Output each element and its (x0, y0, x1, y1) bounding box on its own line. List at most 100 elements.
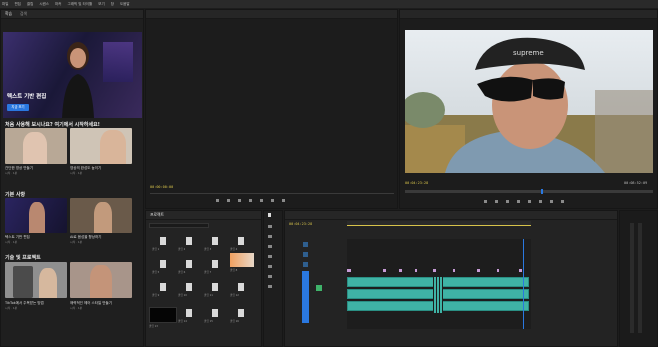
timeline-playhead[interactable] (523, 239, 524, 329)
prog-play-icon[interactable] (517, 200, 520, 203)
prog-mark-out-icon[interactable] (495, 200, 498, 203)
tutorial-sub-2: 시작 · 1분 (70, 171, 83, 175)
tab-program[interactable] (404, 12, 405, 17)
hand-tool-icon[interactable] (268, 275, 272, 278)
bin-item[interactable]: 클립 4 (230, 233, 252, 253)
video-clip[interactable] (399, 269, 402, 272)
lift-icon[interactable] (539, 200, 542, 203)
video-clip[interactable] (497, 269, 499, 272)
tech-thumb-2[interactable] (70, 262, 132, 298)
bin-item[interactable]: 클립 3 (204, 233, 226, 253)
menu-bar: 파일 편집 클립 시퀀스 마커 그래픽 및 타이틀 보기 창 도움말 (0, 0, 658, 8)
selection-tool-icon[interactable] (268, 213, 271, 217)
menu-markers[interactable]: 마커 (55, 2, 61, 7)
basic-thumb-1[interactable] (5, 198, 67, 233)
bin-item-color-matte[interactable]: 클립 8 (230, 251, 254, 273)
video-clip[interactable] (453, 269, 455, 272)
track-target-v2[interactable] (303, 252, 308, 257)
program-video-frame: supreme (405, 30, 653, 173)
bin-item[interactable]: 클립 7 (204, 256, 226, 276)
video-clip[interactable] (433, 269, 436, 272)
step-back-icon[interactable] (238, 199, 241, 202)
program-timecode-right: 00:08:52:09 (624, 181, 648, 185)
source-controls (216, 199, 285, 202)
tab-learn[interactable]: 학습 (5, 11, 12, 17)
cap-logo-text: supreme (513, 49, 544, 57)
meter-right (638, 223, 642, 333)
bin-item[interactable]: 클립 9 (152, 279, 174, 299)
bin-item[interactable]: 클립 15 (204, 305, 226, 325)
insert-icon[interactable] (271, 199, 274, 202)
video-clip[interactable] (477, 269, 480, 272)
mark-in-icon[interactable] (216, 199, 219, 202)
tutorial-sub-1: 시작 · 1분 (5, 171, 18, 175)
menu-graphics[interactable]: 그래픽 및 타이틀 (67, 2, 92, 7)
video-clip[interactable] (519, 269, 522, 272)
play-icon[interactable] (249, 199, 252, 202)
source-tabs (146, 10, 397, 19)
tutorial-thumb-2[interactable] (70, 128, 132, 164)
tab-search[interactable]: 검색 (20, 11, 27, 17)
ripple-edit-tool-icon[interactable] (268, 235, 272, 238)
prog-step-back-icon[interactable] (506, 200, 509, 203)
bin-item[interactable]: 클립 1 (152, 233, 174, 253)
overwrite-icon[interactable] (282, 199, 285, 202)
tracks-area[interactable] (347, 239, 531, 329)
playhead[interactable] (541, 189, 543, 194)
bin-item-black-video[interactable]: 클립 13 (149, 305, 177, 328)
menu-edit[interactable]: 편집 (14, 2, 20, 7)
track-select-tool-icon[interactable] (268, 225, 272, 228)
video-clip[interactable] (383, 269, 386, 272)
section-techniques: 기술 및 프로젝트 (5, 255, 41, 261)
tutorial-thumb-1[interactable] (5, 128, 67, 164)
watch-now-button[interactable]: 지금 보기 (7, 104, 29, 111)
project-panel: 프로젝트 클립 1 클립 2 클립 3 클립 4 클립 5 클립 6 클립 7 … (145, 210, 262, 347)
menu-window[interactable]: 창 (111, 2, 114, 7)
prog-step-forward-icon[interactable] (528, 200, 531, 203)
track-lock-icon[interactable] (316, 285, 322, 291)
program-scrubber[interactable] (405, 189, 653, 194)
basic-thumb-2[interactable] (70, 198, 132, 233)
bin-item[interactable]: 클립 6 (178, 256, 200, 276)
menu-file[interactable]: 파일 (2, 2, 8, 7)
video-clip[interactable] (347, 269, 351, 272)
source-scrubber[interactable] (150, 193, 394, 194)
project-search-input[interactable] (149, 223, 209, 228)
video-clip[interactable] (415, 269, 417, 272)
pen-tool-icon[interactable] (268, 265, 272, 268)
bin-item[interactable]: 클립 2 (178, 233, 200, 253)
bin-item[interactable]: 클립 5 (152, 256, 174, 276)
source-patch-audio[interactable] (302, 271, 309, 323)
work-area-bar[interactable] (347, 225, 531, 226)
tech-sub-2: 시작 · 1분 (70, 306, 83, 310)
hero-card[interactable]: 텍스트 기반 편집 지금 보기 (3, 32, 142, 118)
basic-sub-2: 시작 · 1분 (70, 240, 83, 244)
type-tool-icon[interactable] (268, 285, 272, 288)
bin-item[interactable]: 클립 10 (178, 279, 200, 299)
menu-view[interactable]: 보기 (98, 2, 104, 7)
bin-item[interactable]: 클립 12 (230, 279, 252, 299)
step-forward-icon[interactable] (260, 199, 263, 202)
tools-panel (263, 210, 283, 347)
track-target-v3[interactable] (303, 242, 308, 247)
menu-sequence[interactable]: 시퀀스 (39, 2, 49, 7)
tab-source[interactable] (150, 12, 151, 17)
track-headers (285, 239, 345, 329)
prog-mark-in-icon[interactable] (484, 200, 487, 203)
tab-project[interactable]: 프로젝트 (150, 212, 164, 218)
menu-help[interactable]: 도움말 (120, 2, 130, 7)
bin-item[interactable]: 클립 16 (230, 305, 252, 325)
bin-item[interactable]: 클립 14 (178, 305, 200, 325)
menu-clip[interactable]: 클립 (27, 2, 33, 7)
extract-icon[interactable] (550, 200, 553, 203)
track-target-v1[interactable] (303, 262, 308, 267)
bin-item[interactable]: 클립 11 (204, 279, 226, 299)
tech-thumb-1[interactable] (5, 262, 67, 298)
slip-tool-icon[interactable] (268, 255, 272, 258)
mark-out-icon[interactable] (227, 199, 230, 202)
source-monitor: 00:00:00:00 (145, 9, 398, 209)
razor-tool-icon[interactable] (268, 245, 272, 248)
program-timecode-left: 00:04:23:28 (405, 181, 429, 185)
tab-sequence[interactable] (289, 213, 290, 218)
export-frame-icon[interactable] (561, 200, 564, 203)
